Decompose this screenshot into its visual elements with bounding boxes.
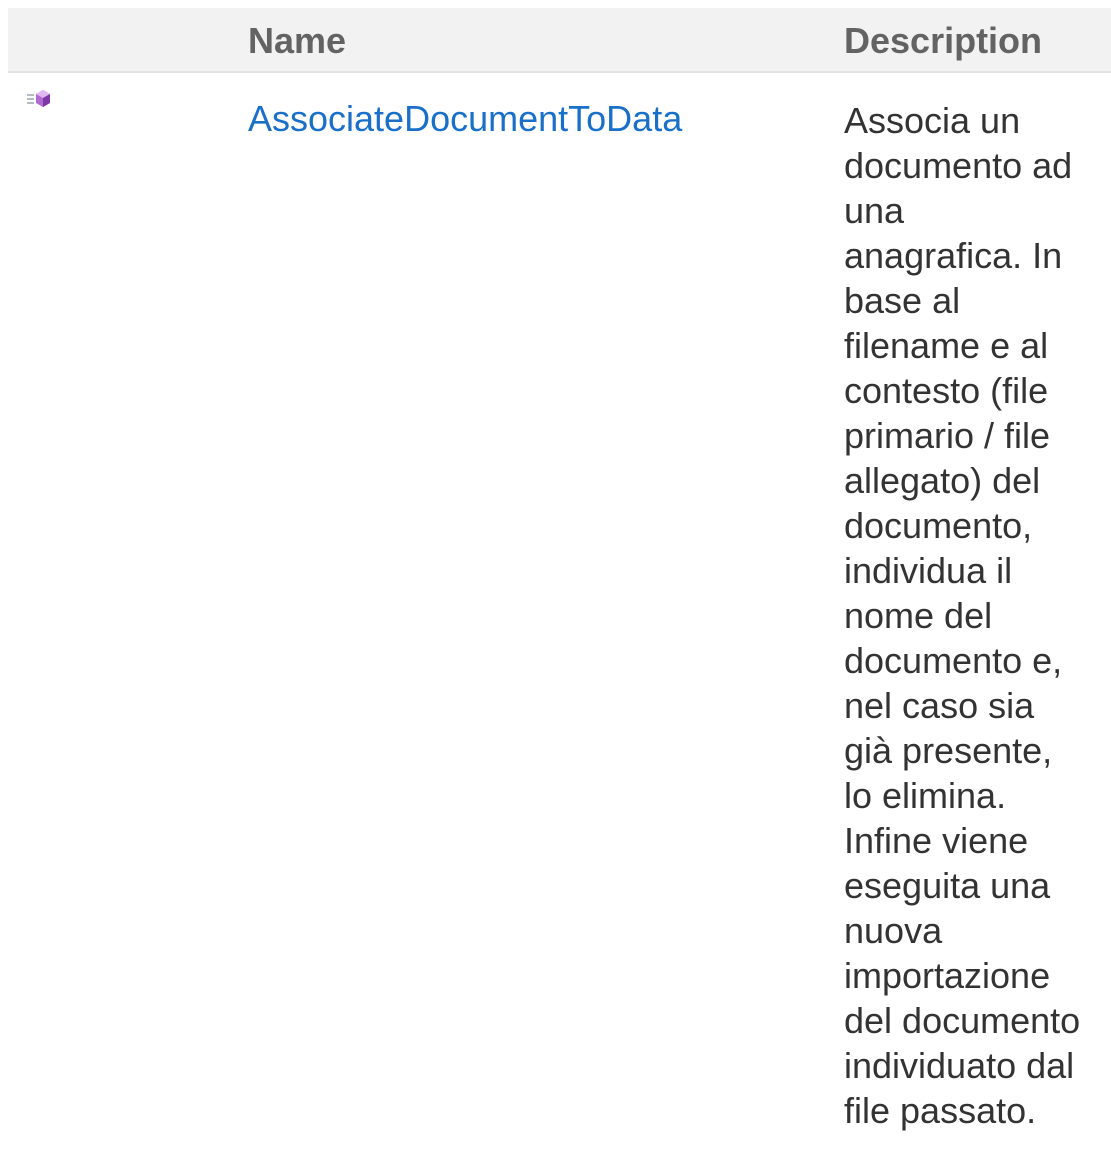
description-line: nel caso sia xyxy=(844,685,1035,726)
description-line: documento ad xyxy=(844,145,1073,186)
description-line: anagrafica. In xyxy=(844,235,1063,276)
description-line: Infine viene xyxy=(844,820,1029,861)
description-line: già presente, xyxy=(844,730,1053,771)
member-description: Associa un documento ad una anagrafica. … xyxy=(844,98,1106,1133)
description-line: file passato. xyxy=(844,1090,1037,1131)
description-line: base al xyxy=(844,280,961,321)
description-line: nome del xyxy=(844,595,993,636)
description-line: documento e, xyxy=(844,640,1063,681)
table-header: Name Description xyxy=(8,8,1111,73)
member-link-associatedocumenttodata[interactable]: AssociateDocumentToData xyxy=(248,97,682,141)
description-line: individua il xyxy=(844,550,1013,591)
description-line: lo elimina. xyxy=(844,775,1007,816)
description-line: documento, xyxy=(844,505,1033,546)
description-line: primario / file xyxy=(844,415,1051,456)
column-header-description: Description xyxy=(844,20,1043,61)
description-line: Associa un xyxy=(844,100,1021,141)
description-line: individuato dal xyxy=(844,1045,1075,1086)
column-header-name: Name xyxy=(248,20,347,61)
description-line: allegato) del xyxy=(844,460,1041,501)
public-method-icon xyxy=(26,89,54,111)
description-line: del documento xyxy=(844,1000,1081,1041)
description-line: eseguita una xyxy=(844,865,1051,906)
description-line: contesto (file xyxy=(844,370,1049,411)
description-line: una xyxy=(844,190,905,231)
table-row: AssociateDocumentToData Associa un docum… xyxy=(8,73,1111,1149)
description-line: importazione xyxy=(844,955,1051,996)
description-line: filename e al xyxy=(844,325,1049,366)
description-line: nuova xyxy=(844,910,943,951)
